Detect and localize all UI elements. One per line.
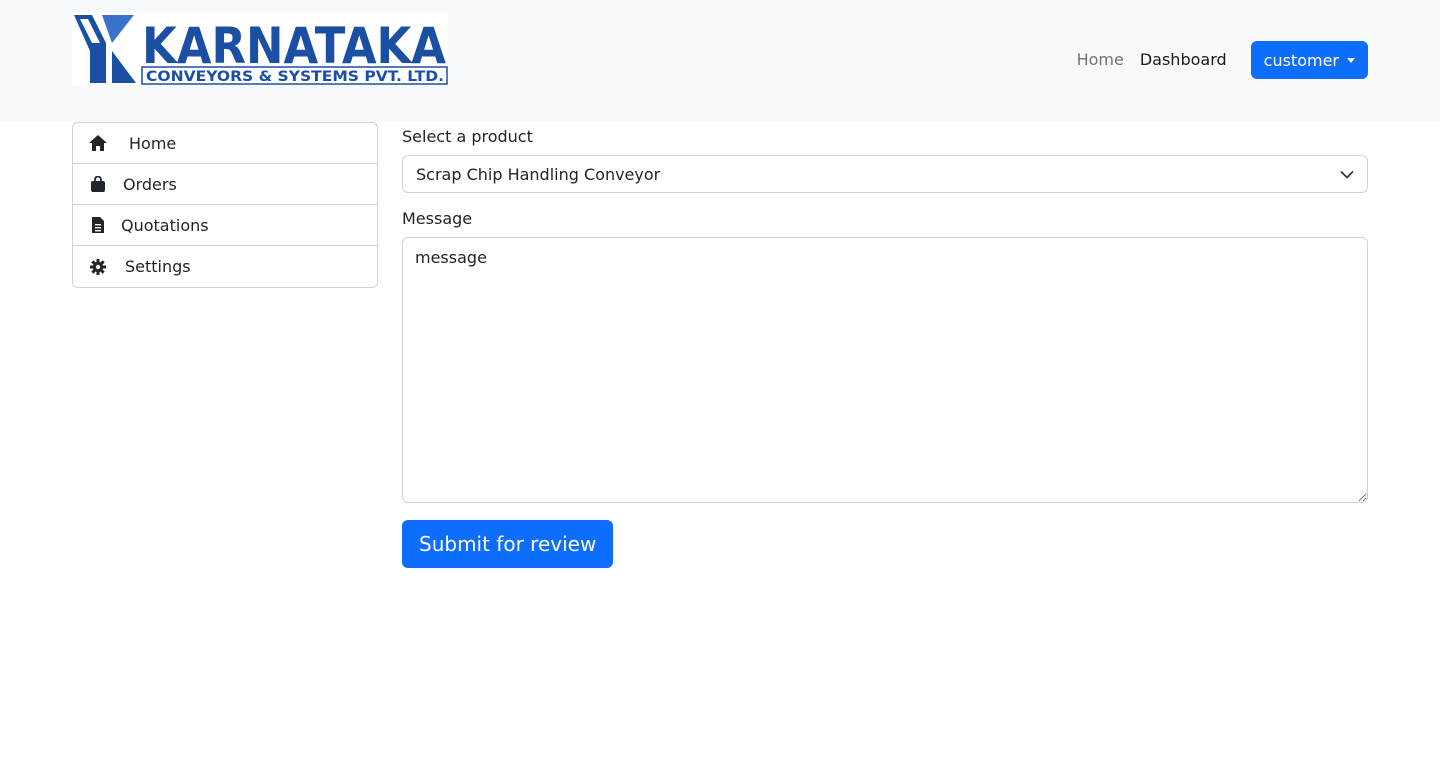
caret-down-icon [1347,57,1355,63]
svg-text:CONVEYORS & SYSTEMS PVT. LTD.: CONVEYORS & SYSTEMS PVT. LTD. [146,69,444,85]
sidebar-item-label: Orders [123,174,177,194]
product-select[interactable]: Scrap Chip Handling Conveyor [402,155,1368,193]
sidebar-item-label: Quotations [121,215,209,235]
top-navbar: KARNATAKA CONVEYORS & SYSTEMS PVT. LTD. … [0,0,1440,122]
document-icon [89,216,107,234]
submit-for-review-button[interactable]: Submit for review [402,520,614,568]
sidebar-item-label: Home [129,133,177,153]
sidebar-item-home[interactable]: Home [73,123,377,164]
nav-links: Home Dashboard customer [1069,41,1368,79]
quotation-form: Select a product Scrap Chip Handling Con… [402,122,1368,568]
user-menu-label: customer [1263,50,1339,70]
home-icon [89,134,107,152]
message-label: Message [402,209,473,228]
nav-link-home[interactable]: Home [1069,41,1132,79]
product-label: Select a product [402,127,533,146]
user-menu-button[interactable]: customer [1250,41,1368,79]
gear-icon [89,258,107,276]
brand-logo[interactable]: KARNATAKA CONVEYORS & SYSTEMS PVT. LTD. [72,13,448,85]
sidebar-item-orders[interactable]: Orders [73,164,377,205]
message-textarea[interactable]: message [402,237,1368,503]
sidebar-item-label: Settings [125,257,191,276]
nav-link-dashboard[interactable]: Dashboard [1132,41,1235,79]
shopping-bag-icon [89,175,107,193]
product-select-value: Scrap Chip Handling Conveyor [416,164,661,184]
sidebar-item-quotations[interactable]: Quotations [73,205,377,246]
sidebar-menu: Home Orders Quotations Settings [72,122,378,288]
sidebar-item-settings[interactable]: Settings [73,246,377,287]
chevron-down-icon [1340,165,1354,184]
